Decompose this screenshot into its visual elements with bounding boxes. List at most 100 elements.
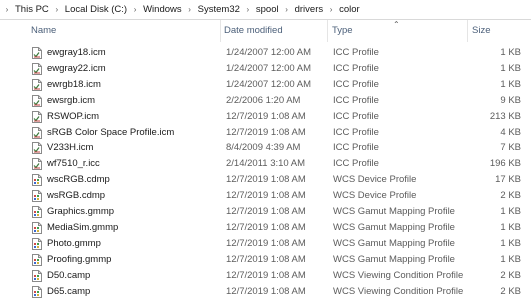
file-type: WCS Viewing Condition Profile [333, 269, 464, 281]
column-header-type[interactable]: Type [332, 20, 353, 42]
file-type: ICC Profile [333, 78, 379, 90]
file-type: WCS Gamut Mapping Profile [333, 221, 455, 233]
chevron-right-icon[interactable]: › [128, 5, 142, 14]
file-row[interactable]: Proofing.gmmp 12/7/2019 1:08 AM WCS Gamut … [0, 252, 531, 268]
file-size: 1 KB [500, 47, 521, 58]
file-name: sRGB Color Space Profile.icm [47, 126, 175, 138]
breadcrumb-this-pc[interactable]: This PC [14, 4, 50, 15]
file-date-modified: 12/7/2019 1:08 AM [226, 110, 306, 122]
file-row[interactable]: Graphics.gmmp 12/7/2019 1:08 AM WCS Gamut … [0, 204, 531, 220]
file-name: wscRGB.cdmp [47, 174, 110, 186]
column-header-date[interactable]: Date modified [224, 20, 283, 42]
column-divider[interactable] [220, 20, 221, 42]
file-size: 196 KB [489, 158, 521, 170]
file-date-modified: 12/7/2019 1:08 AM [226, 269, 306, 281]
file-row[interactable]: wsRGB.cdmp 12/7/2019 1:08 AM WCS Device Pr… [0, 188, 531, 204]
file-row[interactable]: wscRGB.cdmp 12/7/2019 1:08 AM WCS Device P… [0, 172, 531, 188]
file-name: D65.camp [47, 285, 91, 297]
file-type: ICC Profile [333, 142, 379, 154]
file-row[interactable]: MediaSim.gmmp 12/7/2019 1:08 AM WCS Gamut … [0, 220, 531, 236]
file-date-modified: 1/24/2007 12:00 AM [226, 47, 312, 58]
file-size: 2 KB [500, 269, 521, 281]
wcs-profile-icon [32, 253, 42, 266]
file-name: Proofing.gmmp [47, 253, 112, 265]
breadcrumb-color[interactable]: color [338, 4, 361, 15]
breadcrumb-drivers[interactable]: drivers [294, 4, 325, 15]
file-size: 1 KB [500, 237, 521, 249]
icc-profile-icon [32, 126, 42, 139]
file-name: RSWOP.icm [47, 110, 100, 122]
file-name: D50.camp [47, 269, 91, 281]
wcs-profile-icon [32, 206, 42, 218]
chevron-right-icon[interactable]: › [0, 5, 14, 14]
file-type: ICC Profile [333, 110, 379, 122]
file-size: 4 KB [500, 126, 521, 138]
icc-profile-icon [32, 62, 42, 75]
chevron-right-icon[interactable]: › [280, 5, 294, 14]
file-row[interactable]: D50.camp 12/7/2019 1:08 AM WCS Viewing Con… [0, 268, 531, 284]
file-row[interactable]: wf7510_r.icc 2/14/2011 3:10 AM ICC Profile… [0, 156, 531, 172]
file-size: 2 KB [500, 190, 521, 202]
file-date-modified: 12/7/2019 1:08 AM [226, 174, 306, 186]
file-row[interactable]: V233H.icm 8/4/2009 4:39 AM ICC Profile 7 KB [0, 140, 531, 156]
file-type: ICC Profile [333, 126, 379, 138]
wcs-profile-icon [32, 174, 42, 187]
file-date-modified: 12/7/2019 1:08 AM [226, 126, 306, 138]
file-date-modified: 12/7/2019 1:08 AM [226, 237, 306, 249]
column-header-name[interactable]: Name [31, 20, 56, 42]
file-row[interactable]: ewgray18.icm 1/24/2007 12:00 AM ICC Profil… [0, 45, 531, 61]
file-row[interactable]: RSWOP.icm 12/7/2019 1:08 AM ICC Profile 213… [0, 109, 531, 125]
file-name: V233H.icm [47, 142, 94, 154]
file-row[interactable]: sRGB Color Space Profile.icm 12/7/2019 1:… [0, 125, 531, 141]
file-type: WCS Device Profile [333, 190, 417, 202]
address-bar[interactable]: › This PC › Local Disk (C:) › Windows › … [0, 0, 531, 20]
file-date-modified: 1/24/2007 12:00 AM [226, 78, 312, 90]
column-divider[interactable] [327, 20, 328, 42]
file-name: Graphics.gmmp [47, 206, 115, 217]
wcs-profile-icon [32, 269, 42, 282]
file-row[interactable]: ewrgb18.icm 1/24/2007 12:00 AM ICC Profile… [0, 77, 531, 93]
column-divider[interactable] [467, 20, 468, 42]
file-type: WCS Gamut Mapping Profile [333, 237, 455, 249]
file-type: WCS Device Profile [333, 174, 417, 186]
file-type: WCS Viewing Condition Profile [333, 285, 464, 297]
wcs-profile-icon [32, 190, 42, 203]
file-row[interactable]: ewgray22.icm 1/24/2007 12:00 AM ICC Profil… [0, 61, 531, 77]
icc-profile-icon [32, 47, 42, 59]
file-size: 7 KB [500, 142, 521, 154]
file-date-modified: 12/7/2019 1:08 AM [226, 285, 306, 297]
file-type: ICC Profile [333, 62, 379, 74]
file-name: Photo.gmmp [47, 237, 101, 249]
breadcrumb-system32[interactable]: System32 [197, 4, 241, 15]
file-size: 1 KB [500, 62, 521, 74]
wcs-profile-icon [32, 237, 42, 250]
file-name: ewgray22.icm [47, 62, 106, 74]
file-type: ICC Profile [333, 94, 379, 106]
file-type: ICC Profile [333, 47, 379, 58]
file-name: wsRGB.cdmp [47, 190, 106, 202]
file-date-modified: 12/7/2019 1:08 AM [226, 190, 306, 202]
file-row[interactable]: Photo.gmmp 12/7/2019 1:08 AM WCS Gamut Map… [0, 236, 531, 252]
file-size: 1 KB [500, 253, 521, 265]
wcs-profile-icon [32, 221, 42, 234]
file-size: 2 KB [500, 285, 521, 297]
breadcrumb-windows[interactable]: Windows [142, 4, 183, 15]
file-date-modified: 12/7/2019 1:08 AM [226, 253, 306, 265]
file-size: 1 KB [500, 78, 521, 90]
file-name: ewsrgb.icm [47, 94, 96, 106]
breadcrumb-local-disk[interactable]: Local Disk (C:) [64, 4, 128, 15]
chevron-right-icon[interactable]: › [324, 5, 338, 14]
column-header-size[interactable]: Size [472, 20, 490, 42]
icc-profile-icon [32, 94, 42, 107]
icc-profile-icon [32, 142, 42, 155]
chevron-right-icon[interactable]: › [183, 5, 197, 14]
file-date-modified: 12/7/2019 1:08 AM [226, 221, 306, 233]
breadcrumb-spool[interactable]: spool [255, 4, 280, 15]
file-type: ICC Profile [333, 158, 379, 170]
file-row[interactable]: D65.camp 12/7/2019 1:08 AM WCS Viewing Con… [0, 284, 531, 300]
chevron-right-icon[interactable]: › [241, 5, 255, 14]
file-name: wf7510_r.icc [47, 158, 100, 170]
file-row[interactable]: ewsrgb.icm 2/2/2006 1:20 AM ICC Profile 9 K… [0, 93, 531, 109]
chevron-right-icon[interactable]: › [50, 5, 64, 14]
icc-profile-icon [32, 158, 42, 171]
